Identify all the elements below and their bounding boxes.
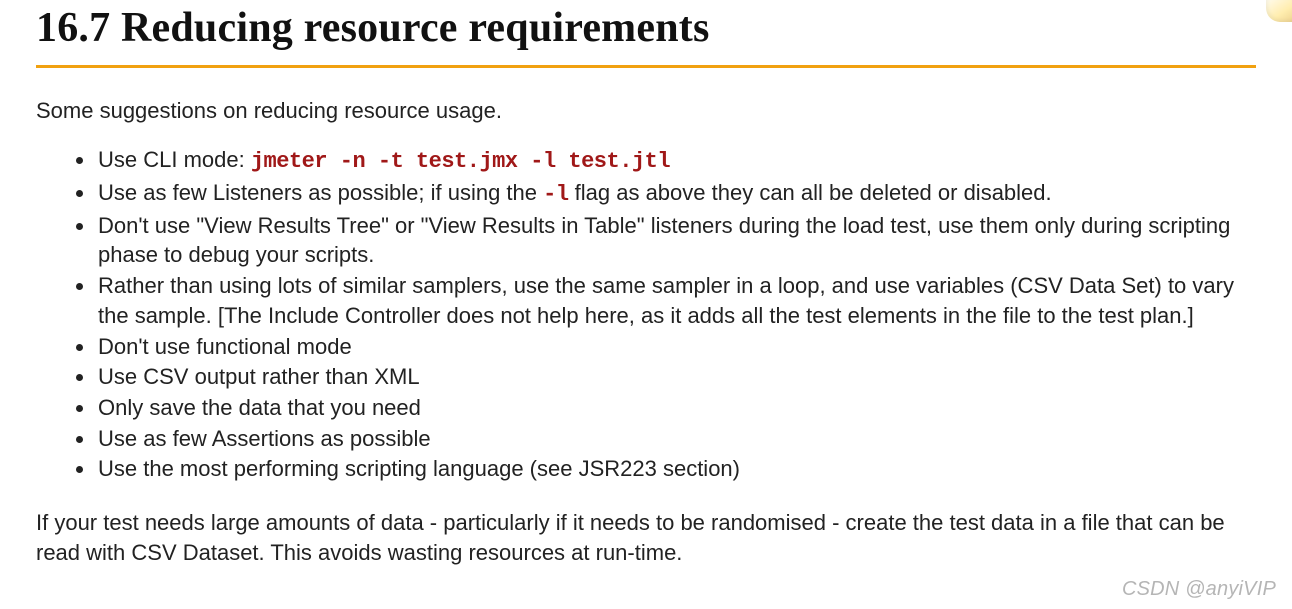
list-item-text: Use CLI mode: [98, 147, 251, 172]
list-item: Use CLI mode: jmeter -n -t test.jmx -l t… [96, 145, 1256, 177]
list-item: Only save the data that you need [96, 393, 1256, 423]
code-snippet: -l [543, 182, 568, 207]
watermark: CSDN @anyiVIP [1122, 576, 1276, 603]
list-item-text: flag as above they can all be deleted or… [569, 180, 1052, 205]
list-item: Use as few Listeners as possible; if usi… [96, 178, 1256, 210]
list-item: Don't use "View Results Tree" or "View R… [96, 211, 1256, 270]
list-item: Rather than using lots of similar sample… [96, 271, 1256, 330]
corner-decoration [1266, 0, 1292, 22]
list-item: Use as few Assertions as possible [96, 424, 1256, 454]
intro-paragraph: Some suggestions on reducing resource us… [36, 96, 1256, 126]
code-snippet: jmeter -n -t test.jmx -l test.jtl [251, 149, 670, 174]
suggestions-list: Use CLI mode: jmeter -n -t test.jmx -l t… [36, 145, 1256, 484]
list-item-text: Use as few Listeners as possible; if usi… [98, 180, 543, 205]
list-item: Use the most performing scripting langua… [96, 454, 1256, 484]
section-heading: 16.7 Reducing resource requirements [36, 0, 1256, 68]
closing-paragraph: If your test needs large amounts of data… [36, 508, 1256, 567]
list-item: Don't use functional mode [96, 332, 1256, 362]
list-item: Use CSV output rather than XML [96, 362, 1256, 392]
